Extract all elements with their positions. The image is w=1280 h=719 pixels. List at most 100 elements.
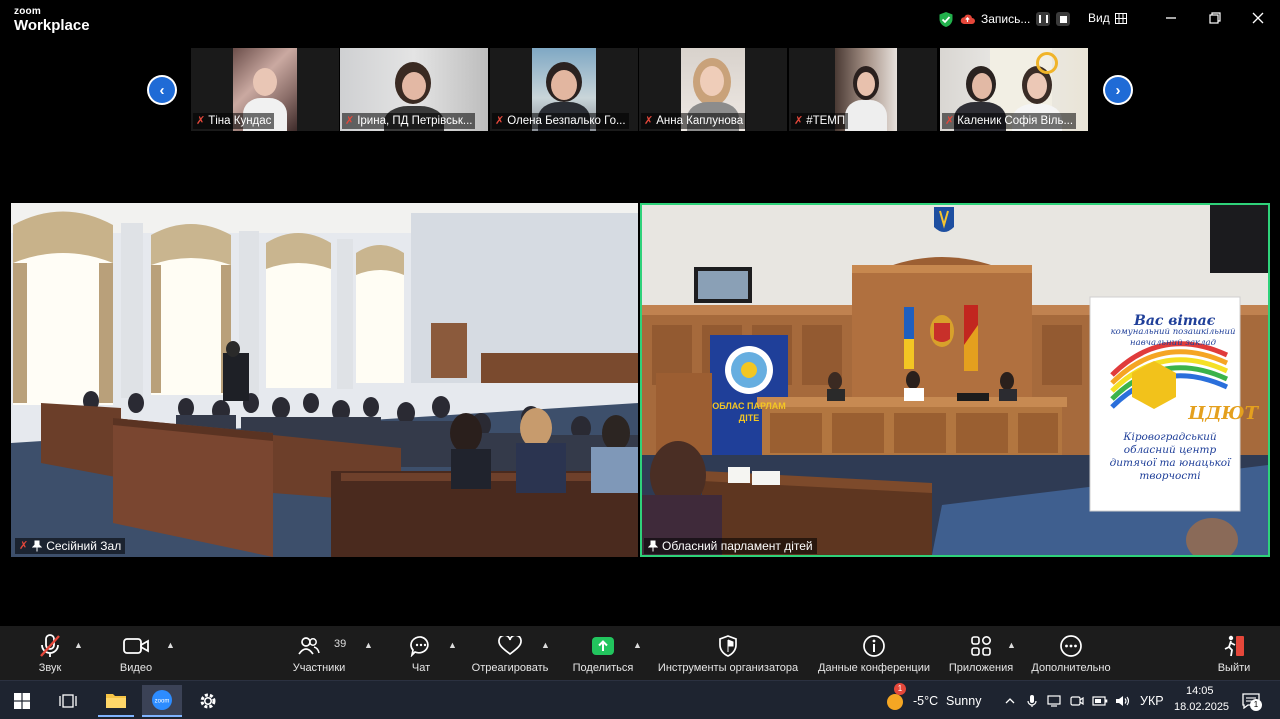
chat-button[interactable]: Чат: [406, 632, 436, 678]
host-tools-label: Инструменты организатора: [657, 662, 799, 674]
file-explorer-button[interactable]: [98, 685, 134, 717]
video-options-chevron-up-icon[interactable]: ▲: [166, 640, 175, 650]
input-language[interactable]: УКР: [1140, 694, 1164, 708]
participant-name: Олена Безпалько Го...: [507, 115, 626, 127]
participant-name: Ірина, ПД Петрівськ...: [357, 115, 473, 127]
start-button[interactable]: [8, 685, 36, 717]
host-tools-button[interactable]: Инструменты организатора: [654, 632, 802, 678]
gear-icon: [200, 693, 216, 709]
weather-condition: Sunny: [946, 694, 982, 708]
pin-icon: [32, 540, 43, 552]
recording-indicator: Запись...: [938, 10, 1071, 28]
video-camera-icon: [123, 638, 149, 654]
video-name-label: ✗ Сесійний Зал: [15, 538, 126, 554]
react-label: Отреагировать: [471, 662, 549, 674]
mic-muted-icon: ✗: [945, 115, 955, 127]
meeting-info-button[interactable]: Данные конференции: [815, 632, 933, 678]
participant-name-label: ✗ Олена Безпалько Го...: [492, 113, 629, 129]
display-tray-icon[interactable]: [1045, 685, 1063, 717]
video-tile-session-hall[interactable]: ✗ Сесійний Зал: [11, 203, 638, 557]
meeting-controls-toolbar: Звук ▲ Видео ▲ Участники 39 ▲ Чат ▲ Отре…: [0, 626, 1280, 680]
audio-button[interactable]: Звук: [32, 632, 68, 678]
participant-tile[interactable]: ✗ Анна Каплунова: [639, 48, 787, 131]
camera-tray-icon[interactable]: [1068, 685, 1086, 717]
grid-view-icon: [1114, 12, 1127, 24]
task-view-icon: [59, 694, 77, 708]
next-page-button[interactable]: ›: [1103, 75, 1133, 105]
video-tile-childrens-parliament[interactable]: Вас вітає комунальний позашкільний навча…: [640, 203, 1270, 557]
maximize-button[interactable]: [1203, 8, 1227, 28]
stop-recording-button[interactable]: [1056, 12, 1071, 26]
svg-text:zoom: zoom: [155, 699, 170, 705]
participant-tile[interactable]: ✗ #ТЕМП: [789, 48, 937, 131]
close-icon: [1252, 12, 1264, 24]
participant-tile[interactable]: ✗ Тіна Кундас: [191, 48, 339, 131]
exit-icon: [1224, 635, 1244, 657]
zoom-app-icon: zoom: [152, 690, 172, 710]
participants-label: Участники: [292, 662, 346, 674]
mic-muted-icon: ✗: [644, 115, 654, 127]
pause-recording-button[interactable]: [1036, 12, 1051, 26]
host-shield-icon: [719, 635, 737, 657]
participant-name-label: ✗ Ірина, ПД Петрівськ...: [342, 113, 476, 129]
video-name: Сесійний Зал: [46, 539, 122, 553]
chat-label: Чат: [411, 662, 431, 674]
minimize-button[interactable]: [1159, 8, 1183, 28]
share-options-chevron-up-icon[interactable]: ▲: [633, 640, 642, 650]
clock-date[interactable]: 18.02.2025: [1174, 701, 1229, 713]
mic-muted-icon: ✗: [495, 115, 505, 127]
windows-taskbar: zoom 1 -5°C Sunny УКР 14:05 18.02.2025 1: [0, 680, 1280, 719]
participant-tile[interactable]: ✗ Ірина, ПД Петрівськ...: [340, 48, 488, 131]
banner-sub-text: комунальний позашкільний навчальний закл…: [1110, 327, 1236, 348]
apps-options-chevron-up-icon[interactable]: ▲: [1007, 640, 1016, 650]
participant-name: Каленик Софія Віль...: [957, 115, 1074, 127]
react-button[interactable]: Отреагировать: [468, 632, 552, 678]
view-button[interactable]: Вид: [1088, 11, 1127, 25]
prev-page-button[interactable]: ‹: [147, 75, 177, 105]
info-icon: [863, 635, 885, 657]
zoom-logo: zoom Workplace: [14, 6, 90, 34]
participant-name: Тіна Кундас: [208, 115, 272, 127]
clock-time[interactable]: 14:05: [1186, 685, 1214, 697]
mic-muted-icon: ✗: [345, 115, 355, 127]
participant-tile[interactable]: ✗ Каленик Софія Віль...: [940, 48, 1088, 131]
chat-icon: [410, 636, 429, 657]
mic-muted-icon: [40, 634, 60, 657]
windows-logo-icon: [14, 693, 30, 709]
logo-top: zoom: [14, 6, 41, 17]
audio-options-chevron-up-icon[interactable]: ▲: [74, 640, 83, 650]
mic-muted-icon: ✗: [19, 540, 29, 552]
video-label: Видео: [119, 662, 153, 674]
tray-expand-chevron-up-icon[interactable]: [1002, 685, 1018, 717]
zoom-taskbar-button[interactable]: zoom: [142, 685, 182, 717]
settings-taskbar-button[interactable]: [190, 685, 226, 717]
notification-count: 1: [1250, 699, 1262, 711]
leave-button[interactable]: Выйти: [1214, 632, 1254, 678]
participants-icon: [298, 637, 320, 655]
react-options-chevron-up-icon[interactable]: ▲: [541, 640, 550, 650]
apps-button[interactable]: Приложения: [945, 632, 1017, 678]
participant-name-label: ✗ Тіна Кундас: [193, 113, 275, 129]
participants-options-chevron-up-icon[interactable]: ▲: [364, 640, 373, 650]
more-label: Дополнительно: [1031, 662, 1111, 674]
participant-name-label: ✗ Анна Каплунова: [641, 113, 747, 129]
close-button[interactable]: [1246, 8, 1270, 28]
microphone-tray-icon[interactable]: [1024, 685, 1040, 717]
share-button[interactable]: Поделиться: [568, 632, 638, 678]
participant-tile[interactable]: ✗ Олена Безпалько Го...: [490, 48, 638, 131]
chat-options-chevron-up-icon[interactable]: ▲: [448, 640, 457, 650]
battery-tray-icon[interactable]: [1091, 685, 1109, 717]
volume-tray-icon[interactable]: [1114, 685, 1132, 717]
pin-icon: [648, 540, 658, 552]
audio-label: Звук: [38, 662, 62, 674]
more-button[interactable]: Дополнительно: [1027, 632, 1115, 678]
folder-icon: [106, 694, 126, 708]
meeting-info-label: Данные конференции: [818, 662, 930, 674]
video-button[interactable]: Видео: [116, 632, 156, 678]
cloud-record-icon: [960, 14, 975, 24]
task-view-button[interactable]: [54, 685, 82, 717]
participant-name: Анна Каплунова: [656, 115, 744, 127]
security-shield-icon[interactable]: [938, 11, 954, 28]
video-name: Обласний парламент дітей: [662, 539, 813, 553]
banner-logo-text: ЦДЮТ: [1188, 403, 1258, 424]
